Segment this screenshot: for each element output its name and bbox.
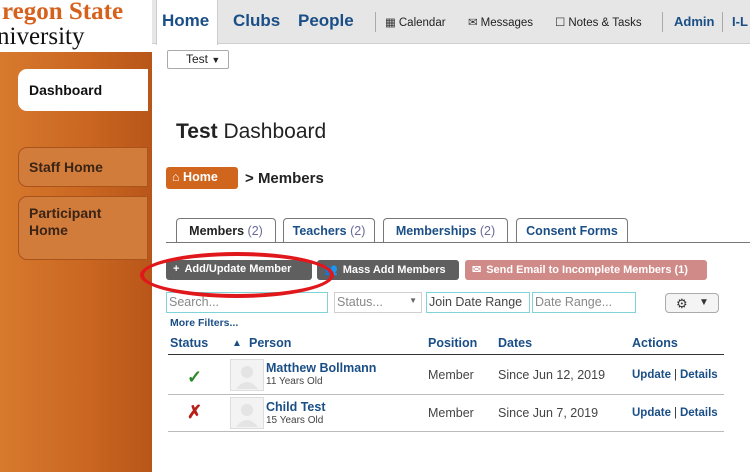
person-age: 11 Years Old — [266, 376, 323, 387]
tab-count: (2) — [247, 224, 263, 238]
join-date-range-label: Join Date Range — [429, 295, 523, 309]
column-header-actions: Actions — [632, 336, 678, 350]
tab-label: Teachers — [292, 224, 347, 238]
update-link[interactable]: Update — [632, 369, 671, 381]
nav-notes-link[interactable]: ☐ Notes & Tasks — [555, 15, 642, 29]
status-complete-icon: ✓ — [187, 367, 203, 387]
home-icon: ⌂ — [172, 170, 180, 184]
nav-messages-link[interactable]: ✉ Messages — [468, 15, 533, 29]
breadcrumb-current-label: Members — [257, 170, 324, 187]
send-email-incomplete-button[interactable]: ✉ Send Email to Incomplete Members (1) — [465, 260, 707, 280]
nav-notes-label: Notes & Tasks — [568, 17, 642, 29]
nav-messages-label: Messages — [480, 17, 534, 29]
context-select[interactable]: Test ▼ — [167, 50, 229, 69]
mass-add-members-button[interactable]: 👥 Mass Add Members — [317, 260, 459, 280]
settings-dropdown-button[interactable]: ⚙ ▼ — [665, 293, 719, 313]
chevron-down-icon: ▼ — [699, 297, 709, 308]
envelope-icon: ✉ — [472, 264, 482, 276]
page-title-bold: Test — [176, 120, 218, 143]
page-title-rest: Dashboard — [217, 120, 327, 143]
tab-count: (2) — [479, 224, 496, 238]
position-cell: Member — [428, 368, 474, 382]
tab-label: Consent Forms — [526, 224, 618, 238]
tab-teachers[interactable]: Teachers (2) — [283, 218, 375, 243]
date-range-input[interactable]: Date Range... — [532, 292, 636, 313]
row-divider — [168, 431, 724, 432]
nav-calendar-link[interactable]: ▦ Calendar — [385, 15, 446, 29]
status-filter-select[interactable]: Status... ▼ — [334, 292, 422, 313]
notes-icon: ☐ — [555, 17, 566, 29]
details-link[interactable]: Details — [680, 369, 718, 381]
tab-memberships[interactable]: Memberships (2) — [383, 218, 508, 243]
breadcrumb-current: > Members — [245, 170, 324, 187]
context-select-value: Test — [186, 52, 209, 66]
nav-divider — [375, 12, 376, 32]
tab-count: (2) — [350, 224, 366, 238]
details-link[interactable]: Details — [680, 407, 718, 419]
sidebar-item-label: Dashboard — [29, 82, 103, 98]
sidebar-item-participant-home[interactable]: Participant Home — [18, 196, 148, 260]
person-name-link[interactable]: Child Test — [266, 400, 326, 414]
nav-tab-clubs[interactable]: Clubs — [233, 11, 280, 31]
nav-divider — [722, 12, 723, 32]
person-name-link[interactable]: Matthew Bollmann — [266, 361, 376, 375]
tab-members[interactable]: Members (2) — [176, 218, 276, 243]
tabs-divider — [166, 242, 750, 243]
sort-ascending-icon[interactable]: ▲ — [232, 338, 242, 349]
top-navigation: Home Clubs People ▦ Calendar ✉ Messages ☐ N… — [152, 0, 750, 45]
mass-add-members-label: Mass Add Members — [342, 264, 446, 276]
nav-admin-link[interactable]: Admin — [674, 14, 714, 29]
send-email-label: Send Email to Incomplete Members (1) — [486, 264, 688, 276]
date-range-placeholder: Date Range... — [535, 295, 613, 309]
nav-divider — [662, 12, 663, 32]
nav-calendar-label: Calendar — [398, 17, 446, 29]
dates-cell: Since Jun 12, 2019 — [498, 368, 606, 382]
tab-label: Members — [189, 224, 245, 238]
row-divider — [168, 394, 724, 395]
breadcrumb-home-button[interactable]: ⌂ Home — [166, 167, 238, 189]
calendar-icon: ▦ — [385, 17, 396, 29]
page-title: Test Dashboard — [176, 120, 326, 144]
nav-tab-people[interactable]: People — [298, 11, 354, 31]
tab-label: Memberships — [395, 224, 477, 238]
more-filters-link[interactable]: More Filters... — [170, 317, 238, 329]
status-placeholder: Status... — [337, 295, 383, 309]
position-cell: Member — [428, 406, 474, 420]
nav-tab-home[interactable]: Home — [162, 11, 209, 31]
column-header-position[interactable]: Position — [428, 336, 477, 350]
sidebar-item-dashboard[interactable]: Dashboard — [18, 69, 148, 111]
chevron-down-icon: ▼ — [409, 296, 417, 305]
table-header-divider — [168, 354, 724, 355]
logo-line-2: niversity — [0, 23, 85, 50]
tab-consent-forms[interactable]: Consent Forms — [516, 218, 628, 243]
nav-overflow-link[interactable]: I-L — [732, 14, 748, 29]
gear-icon: ⚙ — [676, 296, 688, 311]
highlight-annotation-circle — [140, 252, 334, 298]
university-logo[interactable]: regon State niversity — [0, 0, 152, 52]
dates-cell: Since Jun 7, 2019 — [498, 406, 599, 420]
person-age: 15 Years Old — [266, 415, 324, 426]
status-incomplete-icon: ✗ — [187, 402, 203, 422]
update-link[interactable]: Update — [632, 407, 671, 419]
breadcrumb-home-label: Home — [183, 170, 218, 184]
sidebar-item-staff-home[interactable]: Staff Home — [18, 147, 148, 187]
column-header-dates[interactable]: Dates — [498, 336, 532, 350]
sidebar-item-label: Staff Home — [29, 159, 103, 175]
dropdown-arrow-icon: ▼ — [211, 55, 221, 65]
sidebar-item-label: Participant Home — [29, 205, 102, 238]
column-header-person[interactable]: Person — [249, 336, 291, 350]
messages-icon: ✉ — [468, 17, 478, 29]
avatar — [230, 397, 264, 429]
column-header-status[interactable]: Status — [170, 336, 208, 350]
avatar — [230, 359, 264, 391]
row-actions: Update | Details — [632, 369, 718, 381]
join-date-range-select[interactable]: Join Date Range — [426, 292, 530, 313]
row-actions: Update | Details — [632, 407, 718, 419]
